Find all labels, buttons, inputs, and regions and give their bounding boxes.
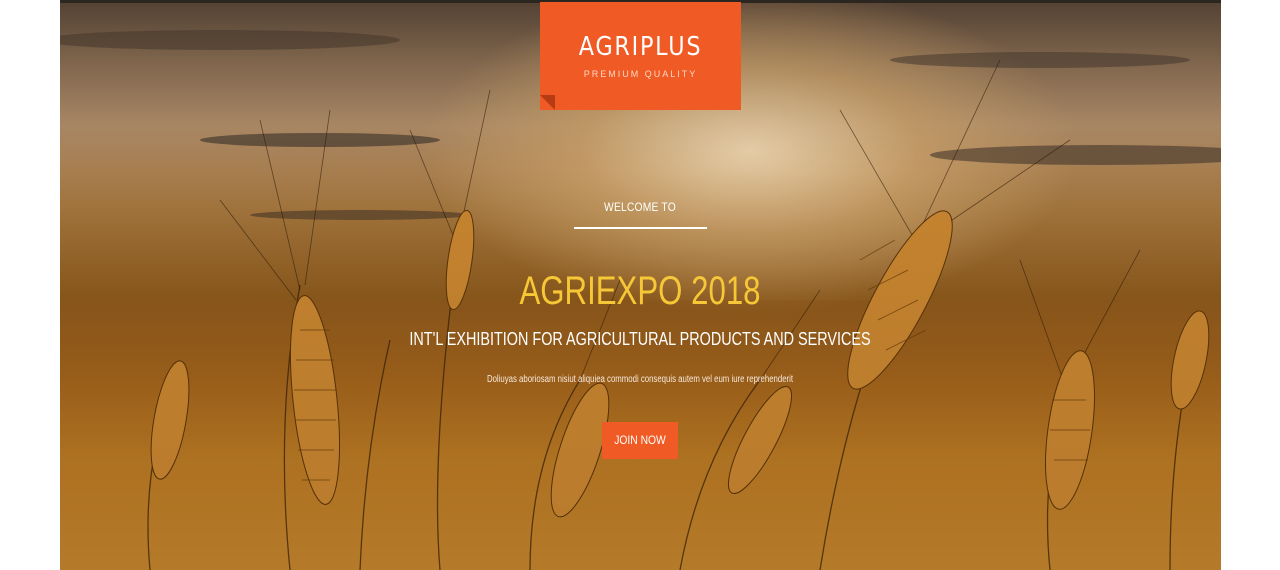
logo-title: AGRIPLUS: [578, 32, 703, 62]
page: AGRIPLUS PREMIUM QUALITY WELCOME TO AGRI…: [0, 0, 1280, 570]
event-title: AGRIEXPO 2018: [519, 269, 761, 313]
logo-box[interactable]: AGRIPLUS PREMIUM QUALITY: [540, 2, 741, 110]
logo-ribbon-fold: [540, 95, 555, 110]
join-now-button[interactable]: JOIN NOW: [602, 422, 678, 459]
event-subtitle: INT'L EXHIBITION FOR AGRICULTURAL PRODUC…: [409, 329, 871, 349]
site-logo[interactable]: AGRIPLUS PREMIUM QUALITY: [540, 2, 741, 110]
welcome-eyebrow: WELCOME TO: [604, 200, 676, 214]
event-description: Doliuyas aboriosam nisiut aliquiea commo…: [486, 374, 794, 385]
welcome-divider: [574, 227, 707, 229]
logo-tagline: PREMIUM QUALITY: [583, 69, 698, 79]
join-now-label: JOIN NOW: [614, 433, 666, 447]
